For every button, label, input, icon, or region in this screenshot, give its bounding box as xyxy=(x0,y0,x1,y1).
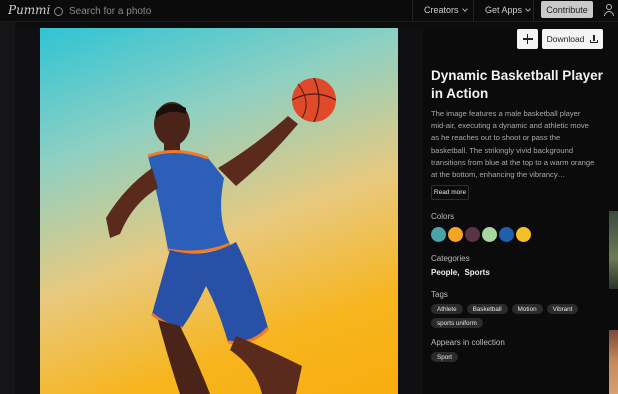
nav-divider xyxy=(473,0,474,22)
search-input[interactable] xyxy=(69,5,249,17)
color-swatch[interactable] xyxy=(499,227,514,242)
photo-description: The image features a male basketball pla… xyxy=(431,109,595,180)
color-swatch[interactable] xyxy=(448,227,463,242)
color-swatches xyxy=(431,227,531,242)
photo-title: Dynamic Basketball Player in Action xyxy=(431,68,603,101)
tag-chip[interactable]: Basketball xyxy=(466,304,508,314)
top-navbar: Pummi Creators Get Apps Contribute xyxy=(0,0,618,22)
plus-icon xyxy=(522,34,533,44)
nav-creators[interactable]: Creators xyxy=(424,5,468,15)
categories-label: Categories xyxy=(431,254,470,263)
collection-chip[interactable]: Sport xyxy=(431,352,459,362)
basketball-player-illustration xyxy=(106,77,337,394)
color-swatch[interactable] xyxy=(516,227,531,242)
color-swatch[interactable] xyxy=(465,227,480,242)
user-icon[interactable] xyxy=(604,4,614,16)
gallery-thumbnail[interactable] xyxy=(609,211,618,289)
nav-divider xyxy=(412,0,413,22)
tag-chip[interactable]: Vibrant xyxy=(546,304,579,314)
download-label: Download xyxy=(546,34,585,44)
tag-chip[interactable]: Motion xyxy=(511,304,543,314)
chevron-down-icon xyxy=(461,6,468,12)
background-gallery xyxy=(0,22,15,394)
contribute-button[interactable]: Contribute xyxy=(541,1,593,18)
search-bar[interactable] xyxy=(54,3,249,19)
categories-list: People, Sports xyxy=(431,268,490,277)
color-swatch[interactable] xyxy=(431,227,446,242)
read-more-button[interactable]: Read more xyxy=(431,185,469,200)
gallery-thumbnail[interactable] xyxy=(609,330,618,394)
category-link[interactable]: Sports xyxy=(464,268,489,277)
search-icon xyxy=(54,6,63,16)
tags-label: Tags xyxy=(431,290,448,299)
chevron-down-icon xyxy=(525,6,531,12)
category-link[interactable]: People, xyxy=(431,268,459,277)
colors-label: Colors xyxy=(431,212,455,221)
tags-list: Athlete Basketball Motion Vibrant sports… xyxy=(431,304,601,328)
tag-chip[interactable]: Athlete xyxy=(431,304,463,314)
color-swatch[interactable] xyxy=(482,227,497,242)
add-to-collection-button[interactable] xyxy=(517,29,538,49)
collection-label: Appears in collection xyxy=(431,338,505,347)
site-logo[interactable]: Pummi xyxy=(8,3,50,17)
nav-divider xyxy=(533,0,534,22)
download-icon xyxy=(590,35,599,43)
nav-get-apps[interactable]: Get Apps xyxy=(485,5,531,15)
nav-creators-label: Creators xyxy=(424,5,459,15)
tag-chip[interactable]: sports uniform xyxy=(431,318,483,328)
collection-list: Sport xyxy=(431,352,601,362)
download-button[interactable]: Download xyxy=(542,29,603,49)
nav-get-apps-label: Get Apps xyxy=(485,5,523,15)
